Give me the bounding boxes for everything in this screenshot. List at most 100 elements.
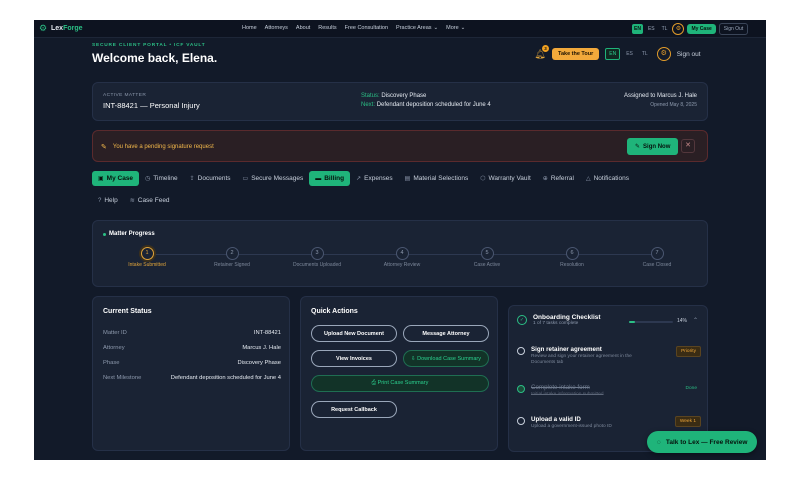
- shield-icon: ⬡: [480, 176, 486, 182]
- nav-link-results[interactable]: Results: [318, 25, 336, 31]
- tab-help[interactable]: ? Help: [92, 193, 124, 208]
- task-desc: Upload a government-issued photo ID: [531, 424, 612, 429]
- nav-link-attorneys[interactable]: Attorneys: [265, 25, 288, 31]
- matter-next-value: Defendant deposition scheduled for June …: [376, 102, 491, 108]
- checklist-task[interactable]: Upload a valid ID Upload a government-is…: [517, 416, 701, 430]
- step-label: Case Active: [473, 262, 501, 268]
- sign-now-label: Sign Now: [643, 143, 671, 150]
- case-icon: ▣: [98, 176, 104, 182]
- nav-link-more-label: More: [446, 25, 459, 31]
- chevron-down-icon: ⌄: [433, 25, 439, 31]
- status-value: Marcus J. Hale: [242, 345, 281, 351]
- lang-en-mini[interactable]: EN: [632, 24, 643, 34]
- close-alert-button[interactable]: ✕: [681, 139, 695, 153]
- view-invoices-button[interactable]: View Invoices: [311, 350, 397, 367]
- step-label: Resolution: [560, 262, 584, 268]
- matter-status-value: Discovery Phase: [381, 93, 427, 99]
- checklist-task[interactable]: Sign retainer agreement Review and sign …: [517, 346, 701, 366]
- message-attorney-button[interactable]: Message Attorney: [403, 325, 489, 342]
- task-checkbox[interactable]: [517, 417, 525, 425]
- status-row-matter-id: Matter ID INT-88421: [103, 330, 281, 336]
- my-case-nav-button[interactable]: My Case: [687, 24, 716, 34]
- checklist-task[interactable]: Complete intake form Initial intake info…: [517, 384, 701, 398]
- step-number: 7: [650, 247, 664, 260]
- task-desc: Review and sign your retainer agreement …: [531, 354, 632, 365]
- lang-tl[interactable]: TL: [639, 49, 651, 59]
- chat-bubble-icon: ◌: [657, 438, 661, 446]
- step-label: Documents Uploaded: [292, 262, 342, 268]
- clock-icon: ◷: [145, 176, 151, 182]
- tab-label: Timeline: [153, 175, 178, 182]
- portal-eyebrow: SECURE CLIENT PORTAL • ICF VAULT: [92, 43, 206, 48]
- signature-alert: ✎ You have a pending signature request ✎…: [92, 130, 708, 162]
- tab-referral[interactable]: ⊕ Referral: [537, 171, 580, 186]
- tab-expenses[interactable]: ↗ Expenses: [350, 171, 399, 186]
- onboarding-checklist-panel: ✓ Onboarding Checklist 1 of 7 tasks comp…: [508, 305, 708, 452]
- tab-notifications[interactable]: △ Notifications: [580, 171, 635, 186]
- sign-out-nav-button[interactable]: Sign Out: [718, 23, 749, 35]
- step-number: 5: [480, 247, 494, 260]
- matter-next: Next: Defendant deposition scheduled for…: [361, 102, 491, 108]
- brand-name-b: Forge: [63, 24, 83, 32]
- trend-icon: ↗: [356, 176, 362, 182]
- current-status-panel: Current Status Matter ID INT-88421 Attorn…: [92, 296, 290, 451]
- pen-icon: ✎: [635, 144, 641, 150]
- header-actions: 🔔︎ 3 Take the Tour EN ES TL ⚙ Sign out: [534, 45, 701, 61]
- gear-icon[interactable]: ⚙: [656, 47, 671, 61]
- print-summary-button[interactable]: ⎙ Print Case Summary: [311, 375, 489, 392]
- upload-icon: ⇪: [189, 176, 195, 182]
- bell-icon: △: [585, 176, 591, 182]
- nav-link-practice-areas-label: Practice Areas: [396, 25, 432, 31]
- lang-es[interactable]: ES: [623, 49, 636, 59]
- alert-message: ✎ You have a pending signature request: [101, 143, 214, 151]
- lang-es-mini[interactable]: ES: [646, 24, 657, 34]
- done-badge: Done: [685, 386, 697, 391]
- step-number: 2: [225, 247, 239, 260]
- lang-tl-mini[interactable]: TL: [660, 24, 670, 34]
- download-summary-button[interactable]: ⇩ Download Case Summary: [403, 350, 489, 367]
- request-callback-button[interactable]: Request Callback: [311, 401, 397, 418]
- nav-link-more[interactable]: More ⌄: [446, 25, 465, 31]
- task-title: Sign retainer agreement: [531, 346, 602, 353]
- talk-to-lex-button[interactable]: ◌ Talk to Lex — Free Review: [647, 431, 758, 453]
- nav-link-home[interactable]: Home: [242, 25, 257, 31]
- lang-en[interactable]: EN: [605, 48, 621, 60]
- tab-label: Notifications: [593, 175, 629, 182]
- matter-id-title: INT-88421 — Personal Injury: [103, 101, 200, 110]
- tab-label: Billing: [324, 175, 345, 182]
- tab-documents[interactable]: ⇪ Documents: [184, 171, 237, 186]
- task-checkbox[interactable]: [517, 347, 525, 355]
- tab-material-selections[interactable]: ▤ Material Selections: [399, 171, 475, 186]
- step-label: Attorney Review: [383, 262, 421, 268]
- step-label: Intake Submitted: [128, 262, 166, 268]
- sign-now-button[interactable]: ✎ Sign Now: [627, 138, 679, 155]
- take-tour-button[interactable]: Take the Tour: [552, 48, 600, 60]
- nav-link-about[interactable]: About: [296, 25, 310, 31]
- nav-link-free-consultation[interactable]: Free Consultation: [345, 25, 388, 31]
- sign-out-link[interactable]: Sign out: [677, 51, 701, 58]
- matter-progress-card: Matter Progress 1 Intake Submitted 2 Retai…: [92, 220, 708, 287]
- tab-my-case[interactable]: ▣ My Case: [92, 171, 140, 186]
- progress-step: 2 Retainer Signed: [202, 247, 262, 269]
- logo-icon: ⚙: [38, 23, 48, 33]
- tab-label: Case Feed: [137, 197, 170, 204]
- tab-warranty-vault[interactable]: ⬡ Warranty Vault: [474, 171, 537, 186]
- nav-link-practice-areas[interactable]: Practice Areas ⌄: [396, 25, 438, 31]
- bell-icon[interactable]: 🔔︎ 3: [534, 45, 549, 60]
- card-icon: ▬: [315, 175, 322, 182]
- matter-status: Status: Discovery Phase: [361, 93, 426, 99]
- message-icon: ▭: [242, 176, 249, 182]
- status-row-phase: Phase Discovery Phase: [103, 360, 281, 366]
- tab-billing[interactable]: ▬ Billing: [309, 171, 351, 186]
- chevron-up-icon[interactable]: ⌃: [693, 317, 698, 324]
- tab-label: Warranty Vault: [488, 175, 531, 182]
- settings-icon[interactable]: ⚙: [672, 23, 685, 35]
- tab-case-feed[interactable]: ≋ Case Feed: [124, 193, 176, 208]
- brand-logo[interactable]: ⚙ LexForge: [38, 23, 83, 33]
- upload-document-button[interactable]: Upload New Document: [311, 325, 397, 342]
- checklist-percent: 14%: [677, 318, 688, 324]
- task-checkbox[interactable]: [517, 385, 525, 393]
- checklist-header[interactable]: ✓ Onboarding Checklist 1 of 7 tasks comp…: [517, 314, 601, 326]
- tab-secure-messages[interactable]: ▭ Secure Messages: [237, 171, 310, 186]
- tab-timeline[interactable]: ◷ Timeline: [139, 171, 184, 186]
